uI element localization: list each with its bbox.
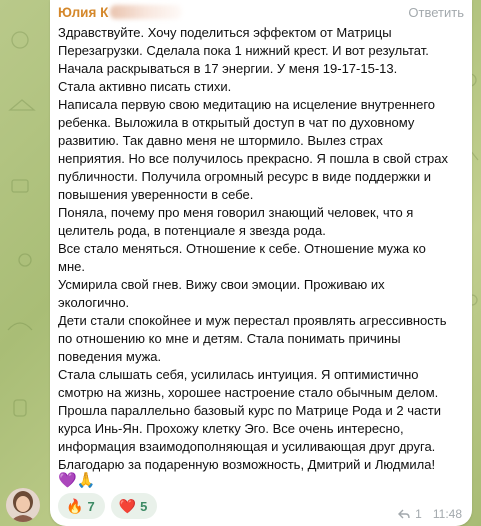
fire-icon: 🔥 — [66, 497, 84, 514]
message-meta: 1 11:48 — [398, 507, 462, 521]
message-line: Поняла, почему про меня говорил знающий … — [58, 205, 414, 220]
heart-icon: ❤️ — [118, 497, 137, 514]
sender-name[interactable]: Юлия К — [58, 5, 183, 20]
message-line: повышения уверенности в себе. — [58, 187, 254, 202]
message-line: Перезагрузки. Сделала пока 1 нижний крес… — [58, 43, 429, 58]
message-line: курса Инь-Ян. Прохожу клетку Эго. Все оч… — [58, 421, 404, 436]
message-line: Прошла параллельно базовый курс по Матри… — [58, 403, 441, 418]
message-time: 11:48 — [432, 507, 462, 521]
inline-emoji: 💜🙏 — [58, 472, 96, 489]
message-line: Дети стали спокойнее и муж перестал проя… — [58, 313, 447, 328]
reaction-count: 7 — [87, 498, 95, 514]
message-line: Все стало меняться. Отношение к себе. От… — [58, 241, 426, 256]
blurred-surname — [110, 5, 183, 19]
message-line: публичности. Получила огромный ресурс в … — [58, 169, 432, 184]
reply-arrow-icon — [398, 509, 410, 519]
message-line: по отношению ко мне и детям. Стала поним… — [58, 331, 401, 346]
avatar-photo — [6, 488, 40, 522]
sender-avatar[interactable] — [6, 488, 40, 522]
message-line: поведения мужа. — [58, 349, 162, 364]
message-line: мне. — [58, 259, 85, 274]
message-line: Написала первую свою медитацию на исцеле… — [58, 97, 435, 112]
message-line: информация взаимодополняющая и усиливающ… — [58, 439, 436, 454]
message-line: Начала раскрываться в 17 энергии. У меня… — [58, 61, 398, 76]
message-line: экологично. — [58, 295, 130, 310]
reply-button[interactable]: Ответить — [408, 5, 464, 20]
message-line: Благодарю за подаренную возможность, Дми… — [58, 457, 436, 472]
reaction-fire[interactable]: 🔥 7 — [58, 493, 105, 519]
message-line: Усмирила свой гнев. Вижу свои эмоции. Пр… — [58, 277, 385, 292]
sender-name-text: Юлия К — [58, 5, 109, 20]
message-line: Стала слышать себя, усилилась интуиция. … — [58, 367, 419, 382]
message-line: ребенка. Выложила в открытый доступ в ча… — [58, 115, 415, 130]
message-line: Стала активно писать стихи. — [58, 79, 232, 94]
message-line: смотрю на жизнь, хорошее настроение стал… — [58, 385, 439, 400]
message-line: целитель рода, в потенциале я звезда род… — [58, 223, 326, 238]
reaction-count: 5 — [140, 498, 148, 514]
reactions-bar: 🔥 7 ❤️ 5 — [58, 493, 158, 519]
message-line: неприятия. Но все получилось прекрасно. … — [58, 151, 448, 166]
message-text: Здравствуйте. Хочу поделиться эффектом о… — [58, 24, 468, 474]
message-line: развитию. Так давно меня не штормило. Вы… — [58, 133, 383, 148]
message-line: Здравствуйте. Хочу поделиться эффектом о… — [58, 25, 392, 40]
message-bubble: Юлия К Ответить Здравствуйте. Хочу подел… — [50, 0, 472, 526]
reaction-heart[interactable]: ❤️ 5 — [110, 493, 158, 519]
reply-count[interactable]: 1 — [415, 507, 422, 521]
